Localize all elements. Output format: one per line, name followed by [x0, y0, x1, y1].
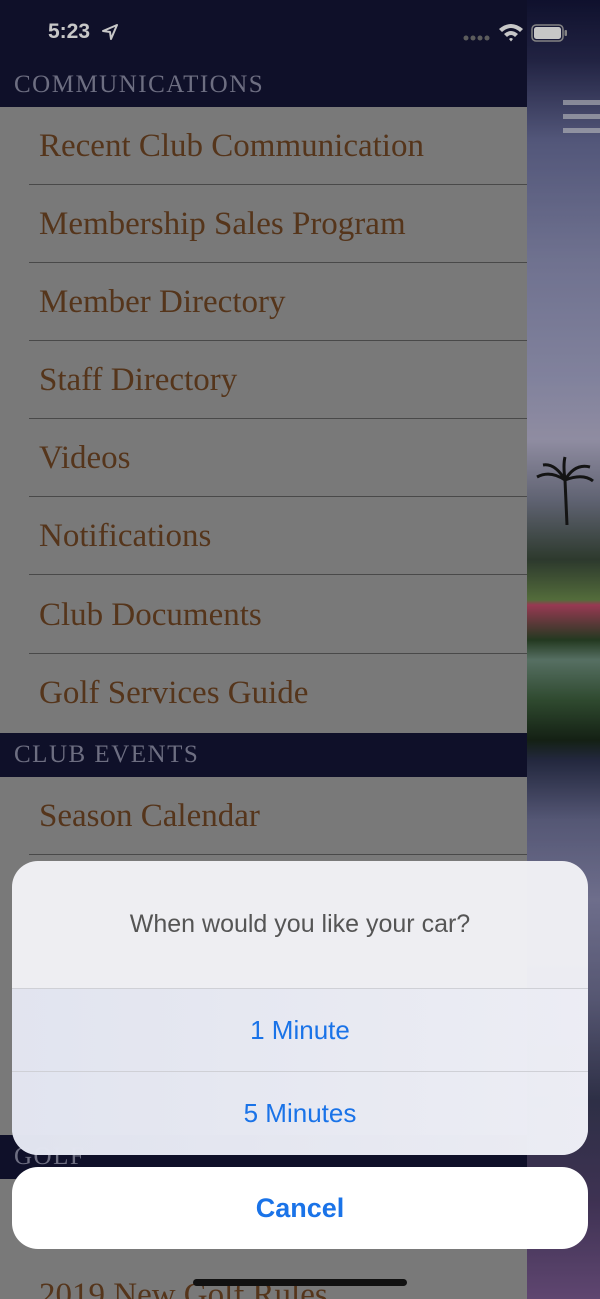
- option-5-minutes-button[interactable]: 5 Minutes: [12, 1072, 588, 1155]
- option-1-minute-button[interactable]: 1 Minute: [12, 989, 588, 1072]
- action-sheet-title: When would you like your car?: [12, 861, 588, 989]
- home-indicator: [193, 1279, 407, 1286]
- action-sheet: When would you like your car? 1 Minute 5…: [12, 861, 588, 1155]
- cancel-button[interactable]: Cancel: [12, 1167, 588, 1249]
